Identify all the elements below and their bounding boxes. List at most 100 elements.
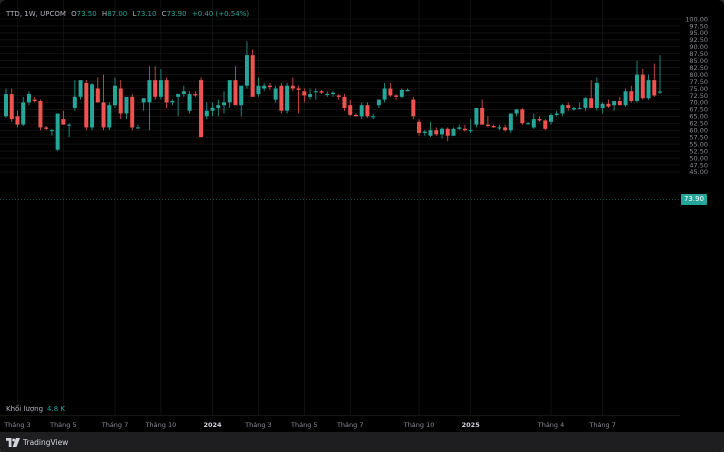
candle[interactable]	[32, 96, 37, 103]
candle[interactable]	[118, 80, 123, 120]
candle[interactable]	[256, 77, 261, 97]
candle[interactable]	[485, 116, 490, 128]
candle[interactable]	[158, 69, 163, 100]
candle[interactable]	[262, 82, 267, 92]
candle[interactable]	[250, 49, 255, 97]
candle[interactable]	[313, 88, 318, 100]
candle[interactable]	[244, 41, 249, 89]
candlestick-chart[interactable]: 100.0097.5095.0092.5090.0087.5085.0082.5…	[0, 0, 724, 452]
candle[interactable]	[78, 80, 83, 100]
candle[interactable]	[577, 102, 582, 110]
candle[interactable]	[571, 106, 576, 111]
candle[interactable]	[193, 91, 198, 97]
candle[interactable]	[227, 80, 232, 108]
candle[interactable]	[508, 113, 513, 133]
candle[interactable]	[526, 121, 531, 125]
candle[interactable]	[376, 99, 381, 108]
candle[interactable]	[21, 96, 26, 127]
candle[interactable]	[468, 119, 473, 133]
candle[interactable]	[26, 91, 31, 106]
candle[interactable]	[49, 128, 54, 136]
candle[interactable]	[583, 96, 588, 111]
candle[interactable]	[462, 124, 467, 132]
candle[interactable]	[330, 91, 336, 97]
candle[interactable]	[210, 102, 215, 117]
candle[interactable]	[417, 119, 422, 136]
candle[interactable]	[554, 110, 559, 117]
candle[interactable]	[285, 82, 290, 114]
candle[interactable]	[135, 124, 140, 129]
candle[interactable]	[640, 69, 645, 100]
candle[interactable]	[606, 99, 611, 108]
candle[interactable]	[95, 77, 100, 103]
candle[interactable]	[411, 96, 416, 120]
candle[interactable]	[382, 82, 387, 103]
candle[interactable]	[594, 77, 599, 111]
candle[interactable]	[61, 110, 66, 125]
candle[interactable]	[600, 102, 605, 114]
candle[interactable]	[112, 77, 118, 108]
candle[interactable]	[153, 66, 158, 100]
candle[interactable]	[428, 121, 433, 138]
candle[interactable]	[617, 96, 622, 106]
candle[interactable]	[543, 119, 548, 131]
candle[interactable]	[141, 98, 146, 111]
candle[interactable]	[537, 116, 542, 122]
candle[interactable]	[405, 88, 410, 92]
candle[interactable]	[187, 91, 192, 114]
candle[interactable]	[652, 63, 657, 97]
candle[interactable]	[302, 88, 307, 103]
candle[interactable]	[503, 124, 508, 132]
candle[interactable]	[434, 127, 439, 136]
volume-legend[interactable]: Khối lượng 4.8 K	[6, 405, 65, 413]
candle[interactable]	[531, 113, 536, 129]
candle[interactable]	[233, 66, 238, 106]
candle[interactable]	[394, 94, 399, 100]
candle[interactable]	[388, 82, 393, 97]
candle[interactable]	[308, 88, 313, 100]
candle[interactable]	[325, 91, 330, 97]
candle[interactable]	[90, 82, 95, 131]
candle[interactable]	[457, 124, 462, 131]
candle[interactable]	[84, 80, 89, 131]
candle[interactable]	[124, 96, 129, 120]
candle[interactable]	[445, 127, 450, 142]
candle[interactable]	[371, 113, 376, 120]
candle[interactable]	[342, 94, 347, 111]
candle[interactable]	[199, 77, 204, 138]
symbol-legend[interactable]: TTD, 1W, UPCOM O73.50 H87.00 L73.10 C73.…	[6, 10, 249, 18]
candle[interactable]	[147, 66, 152, 131]
candle[interactable]	[474, 107, 479, 128]
candle[interactable]	[290, 77, 295, 92]
candle[interactable]	[353, 113, 358, 117]
candle[interactable]	[15, 110, 20, 128]
candle[interactable]	[164, 77, 169, 108]
tradingview-logo[interactable]: TradingView	[6, 437, 68, 447]
candle[interactable]	[3, 88, 9, 118]
candle[interactable]	[130, 94, 135, 131]
candle[interactable]	[497, 124, 502, 131]
candle[interactable]	[107, 102, 112, 131]
candle[interactable]	[451, 127, 456, 136]
candle[interactable]	[589, 80, 594, 108]
candle[interactable]	[623, 88, 628, 107]
candle[interactable]	[422, 130, 427, 136]
candle[interactable]	[560, 103, 565, 117]
candle[interactable]	[520, 107, 525, 125]
candle[interactable]	[399, 88, 404, 99]
candle[interactable]	[480, 99, 485, 125]
candle[interactable]	[279, 82, 284, 114]
candle[interactable]	[38, 99, 43, 131]
candle[interactable]	[491, 124, 496, 128]
candle[interactable]	[239, 85, 244, 117]
candle[interactable]	[170, 99, 175, 106]
candle[interactable]	[176, 94, 181, 117]
candle[interactable]	[635, 60, 640, 103]
candle[interactable]	[336, 94, 341, 100]
candle[interactable]	[646, 74, 651, 100]
candle[interactable]	[44, 126, 49, 131]
candle[interactable]	[514, 109, 519, 117]
candle[interactable]	[9, 88, 14, 122]
candle[interactable]	[365, 102, 370, 118]
candle[interactable]	[267, 82, 272, 90]
